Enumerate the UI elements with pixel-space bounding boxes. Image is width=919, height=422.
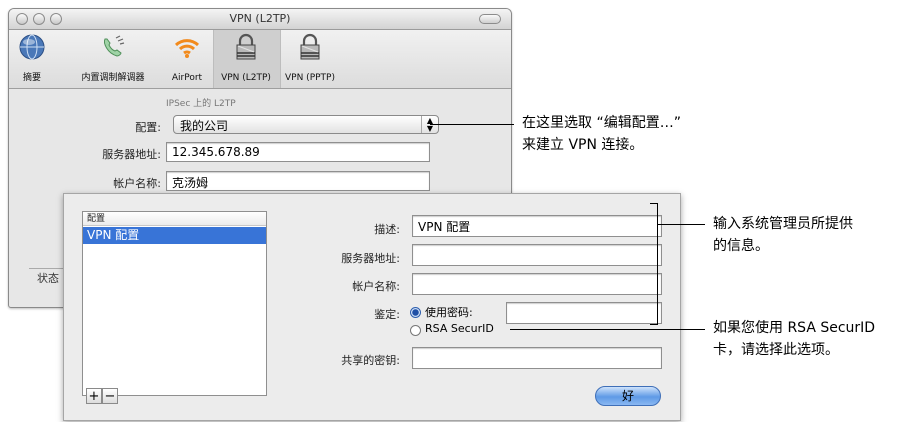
callout-admin: 输入系统管理员所提供 的信息。 xyxy=(713,213,853,257)
account-field[interactable] xyxy=(412,273,662,295)
shared-secret-label: 共享的密钥: xyxy=(341,354,400,367)
config-value: 我的公司 xyxy=(180,119,229,133)
toolbar-item-vpn-l2tp[interactable]: VPN (L2TP) xyxy=(213,30,279,88)
config-label: 配置: xyxy=(135,121,161,134)
config-list-header: 配置 xyxy=(83,212,266,226)
toolbar-item-modem[interactable]: 内置调制解调器 xyxy=(65,30,161,88)
callout-rsa: 如果您使用 RSA SecurID 卡，请选择此选项。 xyxy=(713,317,875,361)
callout-config: 在这里选取 “编辑配置…” 来建立 VPN 连接。 xyxy=(522,112,681,156)
remove-config-button[interactable]: − xyxy=(102,388,118,404)
wifi-icon xyxy=(174,39,200,58)
toolbar-item-vpn-pptp[interactable]: VPN (PPTP) xyxy=(279,30,341,88)
toolbar: 摘要 内置调制解调器 AirPort VPN (L2TP) VPN (PPTP) xyxy=(9,30,511,89)
callout-bracket xyxy=(650,203,658,325)
callout-text: 来建立 VPN 连接。 xyxy=(522,137,644,153)
lock-icon xyxy=(300,33,320,60)
callout-text: 的信息。 xyxy=(713,238,769,254)
callout-line xyxy=(510,329,705,330)
radio-use-password[interactable] xyxy=(410,307,421,318)
radio-use-password-label: 使用密码: xyxy=(425,306,473,319)
callout-text: 卡，请选择此选项。 xyxy=(713,342,839,358)
radio-rsa-securid-label: RSA SecurID xyxy=(425,322,494,335)
window-title: VPN (L2TP) xyxy=(229,12,291,25)
config-popup[interactable]: 我的公司 ▲ ▼ xyxy=(173,115,439,134)
toolbar-item-label: AirPort xyxy=(171,73,203,83)
callout-line xyxy=(430,124,514,125)
toolbar-item-label: 内置调制解调器 xyxy=(81,73,145,83)
callout-text: 在这里选取 “编辑配置…” xyxy=(522,115,681,131)
globe-icon xyxy=(19,34,45,60)
desc-label: 描述: xyxy=(374,223,400,236)
vpn-config-sheet: 配置 VPN 配置 + − 描述: VPN 配置 服务器地址: 帐户名称: 鉴定… xyxy=(63,193,681,421)
ok-button[interactable]: 好 xyxy=(595,386,661,406)
toolbar-item-label: VPN (L2TP) xyxy=(221,73,271,83)
account-label: 帐户名称: xyxy=(352,280,400,293)
shared-secret-field[interactable] xyxy=(412,347,662,369)
section-title: IPSec 上的 L2TP xyxy=(166,99,236,109)
toolbar-item-airport[interactable]: AirPort xyxy=(161,30,213,88)
toolbar-item-summary[interactable]: 摘要 xyxy=(9,30,55,88)
callout-text: 输入系统管理员所提供 xyxy=(713,216,853,232)
list-item[interactable]: VPN 配置 xyxy=(83,227,266,244)
title-bar[interactable]: VPN (L2TP) xyxy=(9,9,511,30)
lock-icon xyxy=(236,33,256,60)
phone-icon xyxy=(104,35,125,57)
toolbar-item-label: VPN (PPTP) xyxy=(285,73,335,83)
radio-rsa-securid[interactable] xyxy=(410,325,421,336)
server-label: 服务器地址: xyxy=(341,252,400,265)
auth-label: 鉴定: xyxy=(374,308,400,321)
callout-line xyxy=(657,224,705,225)
account-field[interactable]: 克汤姆 xyxy=(166,171,430,191)
status-label: 状态 xyxy=(37,272,59,285)
password-field[interactable] xyxy=(506,302,662,324)
add-config-button[interactable]: + xyxy=(86,388,102,404)
server-field[interactable]: 12.345.678.89 xyxy=(166,142,430,162)
account-label: 帐户名称: xyxy=(113,177,161,190)
toolbar-item-label: 摘要 xyxy=(22,73,41,83)
server-field[interactable] xyxy=(412,244,662,266)
desc-field[interactable]: VPN 配置 xyxy=(412,215,662,237)
callout-text: 如果您使用 RSA SecurID xyxy=(713,320,876,336)
server-label: 服务器地址: xyxy=(102,148,161,161)
config-list[interactable]: 配置 VPN 配置 xyxy=(82,211,267,396)
toolbar-toggle-button[interactable] xyxy=(479,14,501,24)
